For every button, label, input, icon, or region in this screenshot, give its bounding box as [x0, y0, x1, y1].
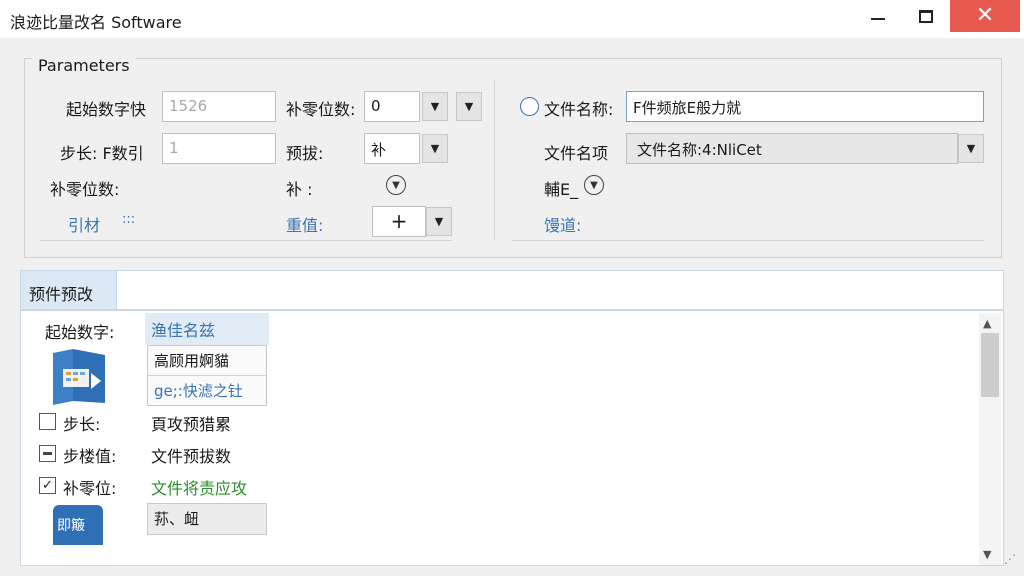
preview-card-line: 荪、衄	[154, 510, 200, 528]
chevron-down-icon: ▼	[434, 215, 444, 228]
preview-panel: 预件预改 起始数字: 渔佳名兹 高顾用婀貓 ge;:快滤之钍 步长: 頁攻预猎累…	[20, 270, 1004, 566]
window-title: 浪迹比量改名 Software	[10, 13, 182, 32]
start-number-label: 起始数字快	[66, 100, 147, 119]
preset-input[interactable]: 补	[364, 133, 420, 164]
file-thumb-icon: 即簸	[53, 505, 103, 545]
checkbox-pad-zeros[interactable]: ✓	[39, 477, 56, 494]
plus-button[interactable]: +	[372, 206, 426, 237]
scroll-up-icon[interactable]: ▲	[983, 317, 991, 330]
reset-dropdown[interactable]: ▼	[426, 207, 452, 236]
pad-zeros-dropdown[interactable]: ▼	[422, 92, 448, 121]
plus-icon: +	[390, 209, 408, 233]
preview-card-line: ge;:快滤之钍	[154, 382, 243, 400]
preview-row-value: 頁攻预猎累	[151, 415, 232, 434]
supplement-label: 补 :	[286, 180, 313, 199]
preview-row-value: 文件预拔数	[151, 447, 232, 466]
maximize-icon	[919, 9, 933, 23]
start-number-input[interactable]: 1526	[162, 91, 276, 122]
file-preview-icon	[51, 347, 107, 405]
preview-row-label: 补零位:	[63, 479, 117, 498]
app-window: 浪迹比量改名 Software ✕ Parameters 起始数字快 1526 …	[0, 0, 1024, 576]
column-separator	[494, 80, 495, 240]
preset-dropdown[interactable]: ▼	[422, 134, 448, 163]
chevron-down-icon: ▼	[966, 142, 976, 155]
maximize-button[interactable]	[901, 0, 951, 32]
title-bar: 浪迹比量改名 Software ✕	[0, 0, 1024, 38]
check-icon: ✓	[42, 478, 53, 493]
preview-row-label: 步长:	[63, 415, 101, 434]
pad-zeros-input[interactable]: 0	[364, 91, 420, 122]
checkbox-step-value[interactable]	[39, 445, 56, 462]
file-name-item-select[interactable]: 文件名称:4:NliCet	[626, 133, 958, 164]
radio-icon[interactable]	[520, 97, 539, 116]
preview-row-label: 步楼值:	[63, 447, 117, 466]
vertical-scrollbar[interactable]: ▲ ▼	[979, 313, 1001, 565]
meta-dots: :::	[122, 212, 136, 227]
main-content: Parameters 起始数字快 1526 补零位数: 0 ▼ ▼ 步长: F数…	[0, 38, 1024, 576]
tab-preview[interactable]: 预件预改	[21, 271, 117, 309]
circle-chevron-icon[interactable]: ▼	[386, 175, 406, 195]
minimize-button[interactable]	[853, 0, 903, 32]
checkbox-step[interactable]	[39, 413, 56, 430]
preview-card: 高顾用婀貓 ge;:快滤之钍	[147, 345, 267, 406]
scroll-down-icon[interactable]: ▼	[983, 548, 991, 561]
preview-row-value: 渔佳名兹	[145, 313, 269, 345]
pad-zeros-label-2: 补零位数:	[50, 180, 120, 199]
file-name-item-label: 文件名项	[544, 144, 609, 163]
preset-label: 预拔:	[286, 144, 324, 163]
reset-label: 重值:	[286, 216, 324, 235]
circle-chevron-icon[interactable]: ▼	[584, 175, 604, 195]
minimize-icon	[871, 18, 885, 20]
pad-zeros-label: 补零位数:	[286, 100, 356, 119]
pad-zeros-dropdown-2[interactable]: ▼	[456, 92, 482, 121]
ext-label: 輔E_	[544, 180, 579, 199]
chevron-down-icon: ▼	[430, 100, 440, 113]
close-button[interactable]: ✕	[950, 0, 1020, 32]
chevron-down-icon: ▼	[430, 142, 440, 155]
preview-card-2: 荪、衄	[147, 503, 267, 535]
preview-card-line: 高顾用婀貓	[154, 352, 230, 370]
chevron-down-icon: ▼	[464, 100, 474, 113]
step-label: 步长: F数引	[60, 144, 144, 163]
tab-underline	[21, 309, 1003, 311]
preview-row-label: 起始数字:	[45, 323, 115, 342]
divider-left	[40, 240, 452, 241]
file-name-item-dropdown[interactable]: ▼	[958, 134, 984, 163]
preview-row-value: 文件将责应攻	[151, 479, 248, 498]
file-name-input[interactable]: F件频旅E般力就	[626, 91, 984, 122]
file-name-radio-label: 文件名称:	[544, 100, 614, 119]
resize-grip-icon[interactable]: ⋰	[1004, 552, 1016, 566]
meta-label: 引材	[68, 216, 101, 235]
divider-right	[512, 240, 984, 241]
parameters-legend: Parameters	[32, 56, 136, 75]
channel-label: 馒道:	[544, 216, 582, 235]
file-thumb-text: 即簸	[57, 518, 85, 534]
step-input[interactable]: 1	[162, 133, 276, 164]
scrollbar-thumb[interactable]	[981, 333, 999, 397]
close-icon: ✕	[975, 3, 995, 28]
